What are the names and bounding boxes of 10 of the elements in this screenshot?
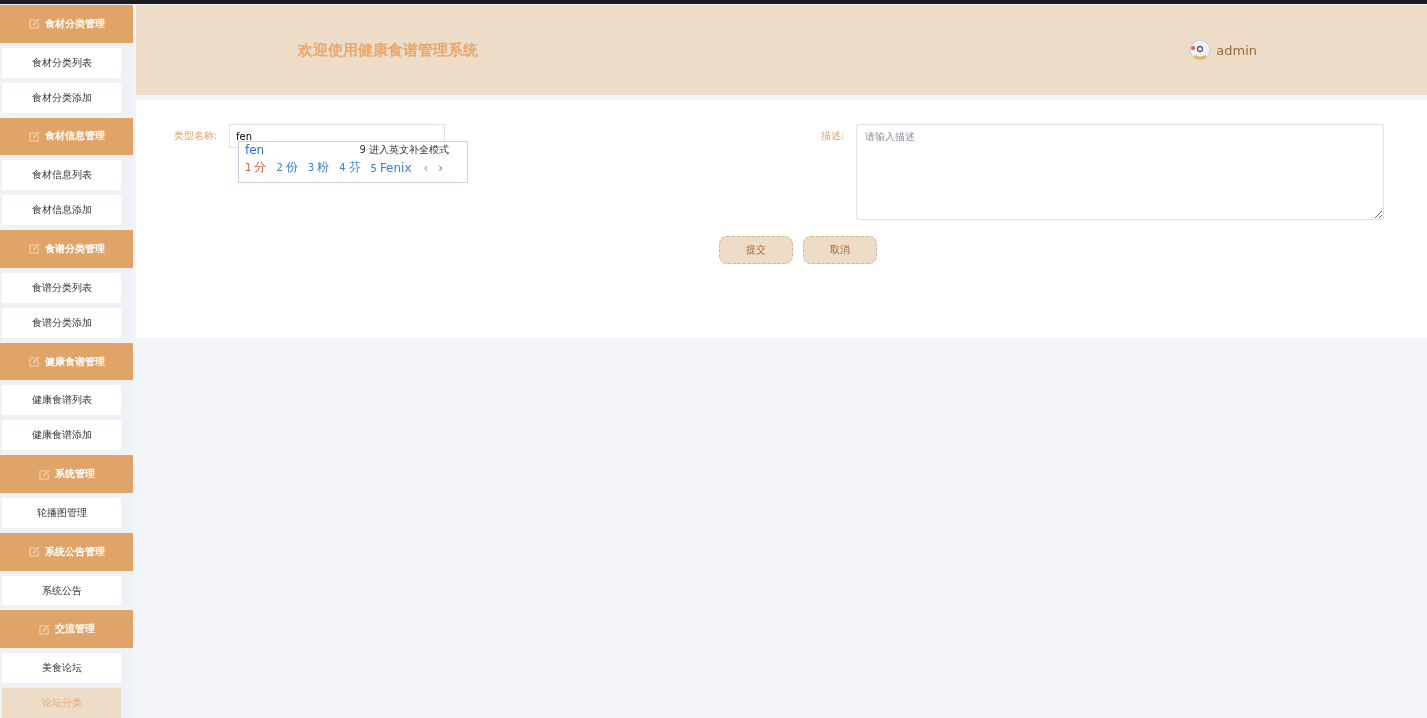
- menu-group-title: 交流管理: [54, 622, 95, 637]
- menu-group-title: 食材分类管理: [44, 16, 105, 31]
- menu-group-title: 系统管理: [54, 467, 95, 482]
- menu-group-title: 健康食谱管理: [44, 354, 105, 369]
- system-title: 欢迎使用健康食谱管理系统: [298, 40, 478, 60]
- field-label: 类型名称:: [172, 129, 218, 143]
- menu-group-title: 食谱分类管理: [44, 241, 105, 256]
- field-label: 描述:: [819, 129, 845, 143]
- menu-group-title: 食材信息管理: [44, 129, 105, 144]
- menu-group-title: 系统公告管理: [44, 544, 105, 559]
